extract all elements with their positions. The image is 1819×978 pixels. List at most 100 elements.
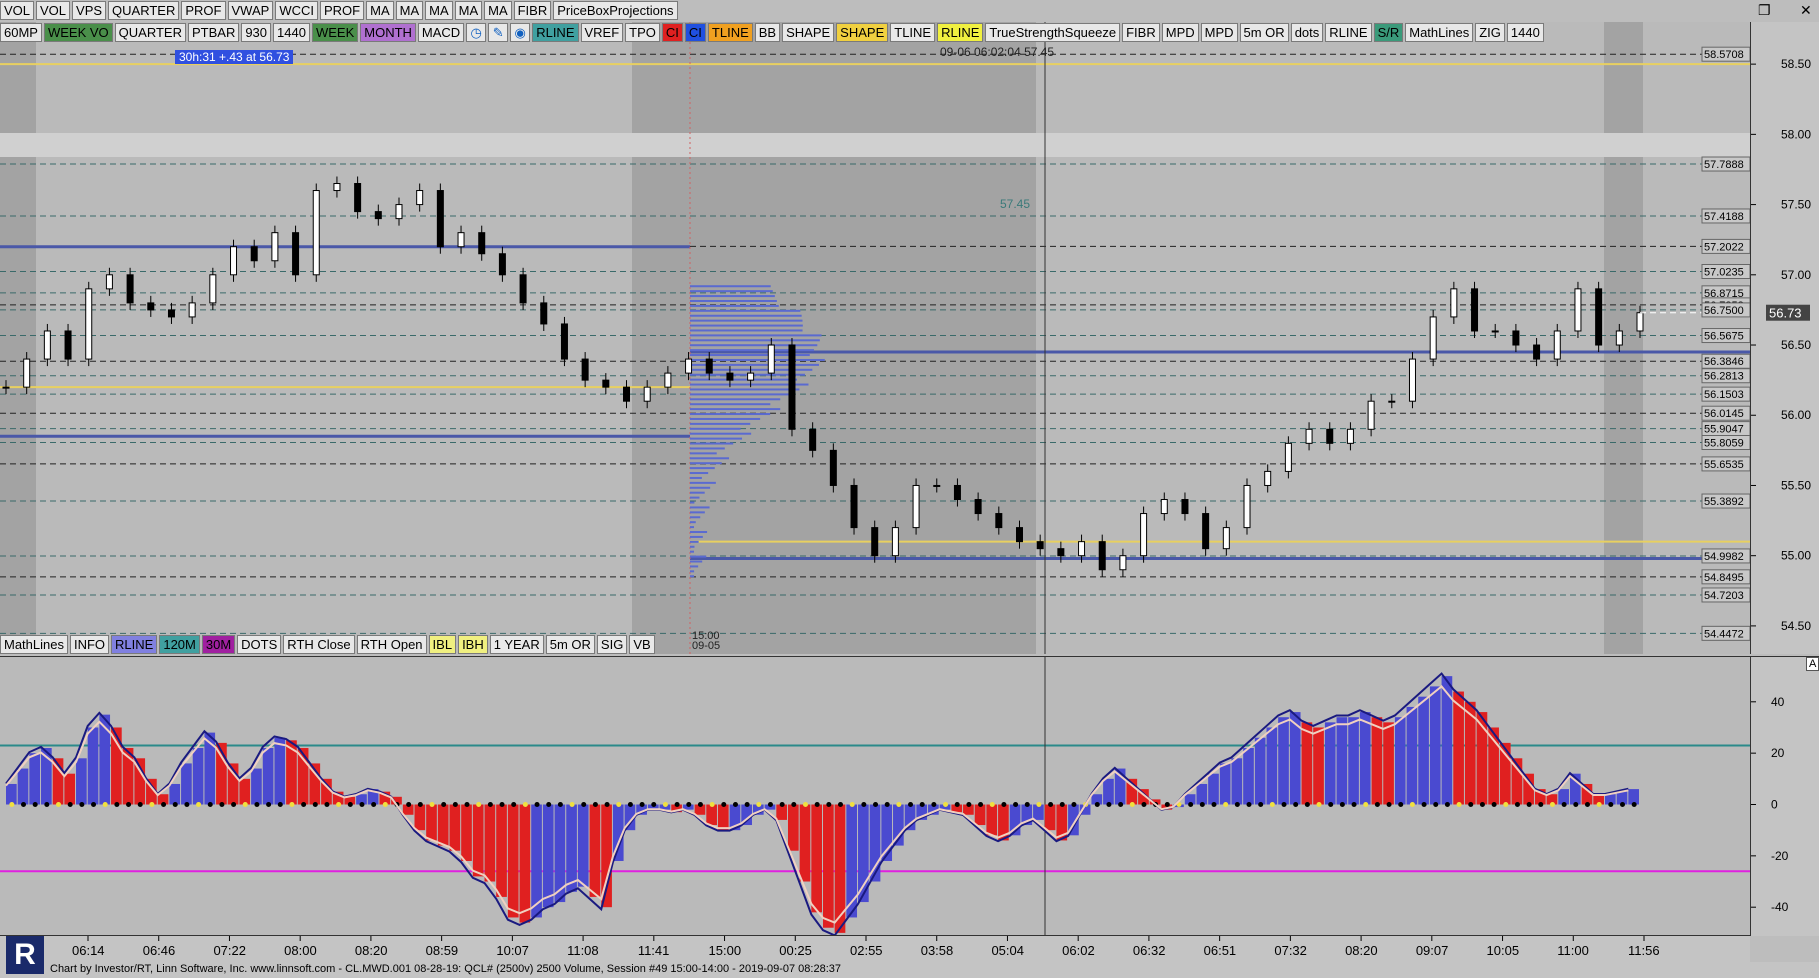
top-button-7[interactable]: PROF — [319, 1, 365, 20]
bottom-button-8[interactable]: IBL — [428, 635, 457, 654]
level-tag-text-10: 56.2813 — [1704, 371, 1744, 383]
top-button-0[interactable]: VOL — [0, 1, 35, 20]
chart-button-4[interactable]: 930 — [241, 23, 272, 42]
candle-body-0 — [2, 386, 10, 389]
close-window-icon[interactable]: ✕ — [1800, 2, 1812, 19]
candle-body-45 — [933, 484, 941, 487]
osc-bar-68 — [799, 804, 811, 882]
chart-button-16[interactable]: CI — [684, 23, 706, 42]
top-button-5[interactable]: VWAP — [227, 1, 274, 20]
bottom-button-7[interactable]: RTH Open — [356, 635, 427, 654]
time-tick-label-18: 08:20 — [1345, 943, 1378, 958]
bottom-button-13[interactable]: VB — [629, 635, 655, 654]
time-axis[interactable]: 06:14 06:46 07:22 08:00 08:20 08:59 10:07 11:08… — [0, 935, 1750, 963]
level-tag-text-7: 56.7500 — [1704, 305, 1744, 317]
candle-body-11 — [230, 246, 238, 276]
osc-dot-55 — [651, 802, 657, 807]
top-button-3[interactable]: QUARTER — [108, 1, 180, 20]
top-button-9[interactable]: MA — [395, 1, 424, 20]
profile-bar-10 — [690, 526, 694, 529]
chart-button-2[interactable]: QUARTER — [114, 23, 186, 42]
top-button-11[interactable]: MA — [454, 1, 483, 20]
chart-button-15[interactable]: CI — [661, 23, 683, 42]
top-button-10[interactable]: MA — [425, 1, 453, 20]
chart-button-27[interactable]: 5m OR — [1239, 23, 1289, 42]
bottom-button-12[interactable]: SIG — [596, 635, 628, 654]
chart-button-22[interactable]: RLINE — [937, 23, 984, 42]
chart-button-0[interactable]: 60MP — [0, 23, 42, 42]
chart-button-20[interactable]: SHAPE — [836, 23, 889, 42]
chart-button-7[interactable]: MONTH — [360, 23, 416, 42]
chart-button-28[interactable]: dots — [1290, 23, 1324, 42]
chart-button-30[interactable]: S/R — [1373, 23, 1404, 42]
top-button-6[interactable]: WCCI — [275, 1, 318, 20]
top-button-14[interactable]: PriceBoxProjections — [553, 1, 678, 20]
price-chart-panel[interactable]: 58.5708 57.7888 57.4188 57.2022 57.0235 56.87… — [0, 22, 1751, 654]
chart-button-8[interactable]: MACD — [417, 23, 465, 42]
osc-dot-1 — [21, 802, 27, 807]
chart-button-3[interactable]: PTBAR — [187, 23, 240, 42]
chart-button-12[interactable]: RLINE — [532, 23, 579, 42]
osc-bar-37 — [437, 804, 449, 846]
top-button-4[interactable]: PROF — [181, 1, 226, 20]
bottom-button-2[interactable]: RLINE — [111, 635, 158, 654]
profile-bar-50 — [690, 329, 803, 332]
oscillator-axis[interactable]: 40 20 0 -20 -40 A — [1750, 656, 1819, 936]
clock-icon[interactable]: ◷ — [466, 23, 487, 42]
chart-button-19[interactable]: SHAPE — [782, 23, 835, 42]
price-tick-label-6: 55.50 — [1781, 478, 1811, 492]
top-button-13[interactable]: FIBR — [513, 1, 552, 20]
top-button-12[interactable]: MA — [484, 1, 512, 20]
profile-bar-30 — [690, 427, 741, 430]
bottom-button-4[interactable]: 30M — [201, 635, 236, 654]
chart-button-17[interactable]: TLINE — [707, 23, 753, 42]
chart-button-26[interactable]: MPD — [1200, 23, 1238, 42]
chart-button-14[interactable]: TPO — [625, 23, 660, 42]
candle-body-56 — [1160, 499, 1168, 515]
chart-button-13[interactable]: VREF — [580, 23, 624, 42]
osc-dot-76 — [896, 802, 902, 807]
chart-button-6[interactable]: WEEK — [311, 23, 359, 42]
bottom-button-5[interactable]: DOTS — [237, 635, 282, 654]
bottom-button-11[interactable]: 5m OR — [545, 635, 595, 654]
osc-dot-114 — [1339, 802, 1345, 807]
osc-bar-61 — [717, 804, 729, 831]
osc-dot-110 — [1293, 802, 1299, 807]
time-tick-label-7: 11:08 — [567, 943, 599, 958]
bottom-button-10[interactable]: 1 YEAR — [489, 635, 544, 654]
chart-button-1[interactable]: WEEK VO — [43, 23, 113, 42]
chart-button-31[interactable]: MathLines — [1405, 23, 1474, 42]
top-button-1[interactable]: VOL — [36, 1, 71, 20]
chart-button-32[interactable]: ZIG — [1475, 23, 1505, 42]
pencil-icon[interactable]: ✎ — [488, 23, 509, 42]
chart-button-33[interactable]: 1440 — [1506, 23, 1544, 42]
chart-button-25[interactable]: MPD — [1161, 23, 1199, 42]
bottom-button-1[interactable]: INFO — [69, 635, 110, 654]
osc-dot-128 — [1503, 802, 1509, 807]
chart-button-21[interactable]: TLINE — [890, 23, 936, 42]
bottom-button-0[interactable]: MathLines — [0, 635, 68, 654]
candle-body-59 — [1222, 527, 1230, 550]
chart-button-23[interactable]: TrueStrengthSqueeze — [985, 23, 1121, 42]
droplet-icon[interactable]: ◉ — [510, 23, 531, 42]
osc-dot-73 — [861, 802, 867, 807]
bottom-button-9[interactable]: IBH — [458, 635, 488, 654]
chart-button-24[interactable]: FIBR — [1122, 23, 1160, 42]
osc-dot-125 — [1468, 802, 1474, 807]
osc-dot-105 — [1234, 802, 1240, 807]
price-axis[interactable]: 58.50 58.00 57.50 57.00 56.50 56.00 55.50 55.00… — [1750, 22, 1819, 654]
bottom-button-6[interactable]: RTH Close — [283, 635, 355, 654]
restore-window-icon[interactable]: ❐ — [1758, 2, 1771, 19]
top-button-8[interactable]: MA — [366, 1, 394, 20]
osc-bar-67 — [787, 804, 799, 851]
oscillator-panel[interactable] — [0, 656, 1750, 937]
bottom-button-3[interactable]: 120M — [159, 635, 200, 654]
osc-bar-40 — [472, 804, 484, 877]
chart-button-29[interactable]: RLINE — [1325, 23, 1372, 42]
chart-button-5[interactable]: 1440 — [273, 23, 310, 42]
osc-dot-101 — [1188, 802, 1194, 807]
chart-button-18[interactable]: BB — [754, 23, 781, 42]
top-button-2[interactable]: VPS — [72, 1, 107, 20]
candle-body-68 — [1408, 358, 1416, 402]
osc-bar-7 — [87, 727, 99, 805]
